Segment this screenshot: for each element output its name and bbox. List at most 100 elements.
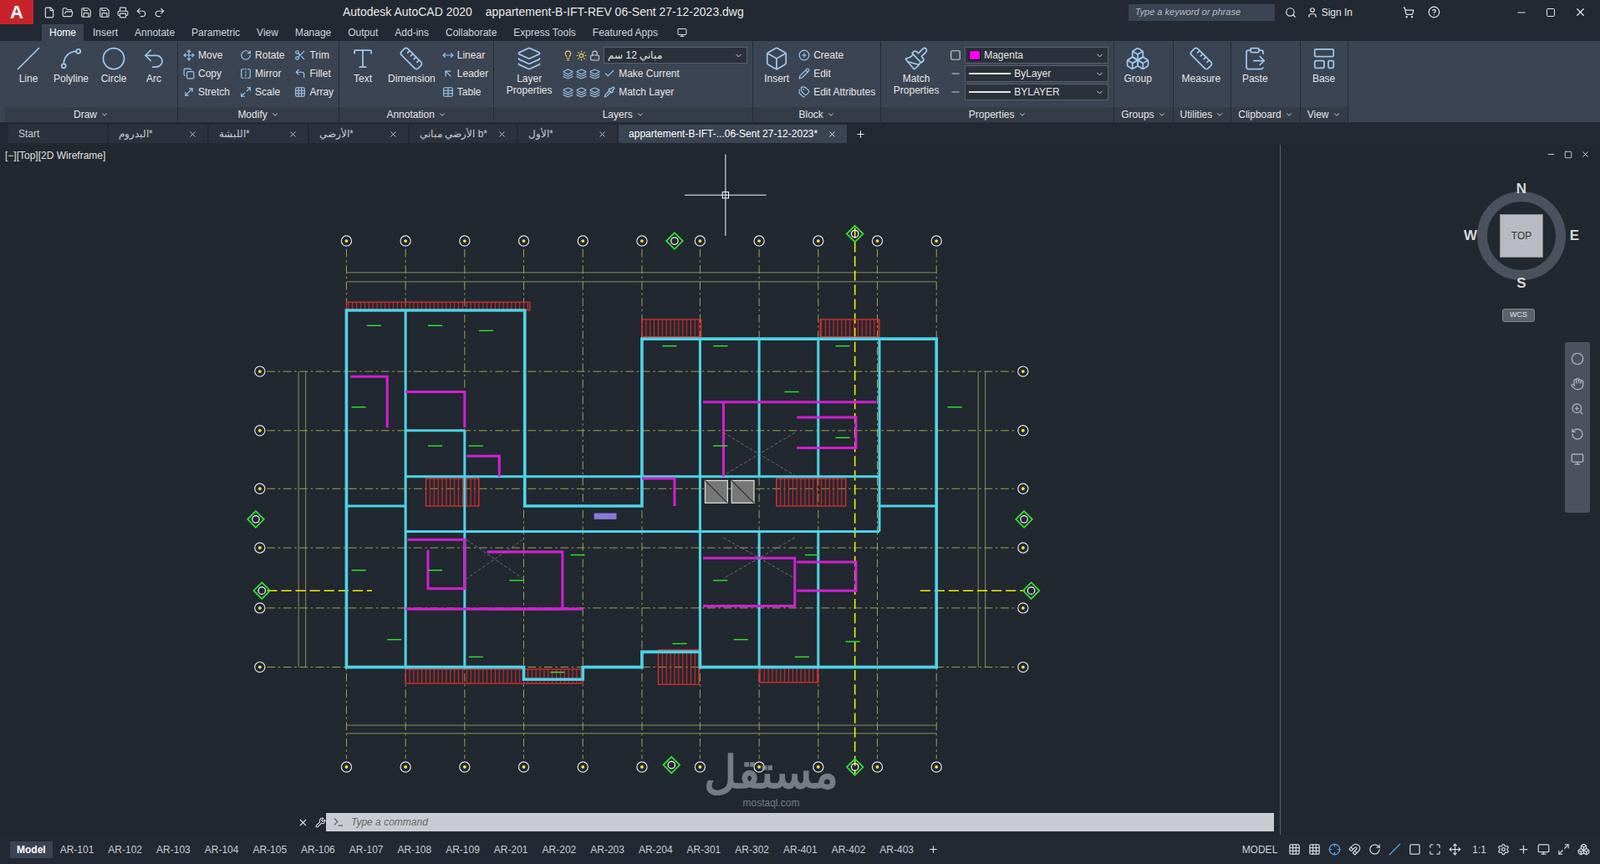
- ribbon-tool[interactable]: Dimension: [384, 44, 439, 85]
- quick-access-icon[interactable]: [98, 6, 111, 19]
- drawing-canvas[interactable]: [−][Top][2D Wireframe]مستقلmostaql.com: [0, 144, 1281, 835]
- quick-access-icon[interactable]: [43, 6, 56, 19]
- ribbon-tab[interactable]: Manage: [287, 24, 339, 41]
- layout-tab[interactable]: Model: [10, 840, 53, 858]
- ribbon-tab[interactable]: Annotate: [127, 24, 183, 41]
- panel-title[interactable]: Groups: [1114, 107, 1172, 123]
- status-toggle-icon[interactable]: [1368, 842, 1381, 856]
- pan-icon[interactable]: [1570, 377, 1585, 391]
- layout-tab[interactable]: AR-202: [535, 840, 584, 858]
- ribbon-tool[interactable]: Make Current: [562, 64, 748, 83]
- ribbon-tool[interactable]: Edit: [798, 64, 876, 83]
- ribbon-tab[interactable]: Featured Apps: [585, 24, 666, 41]
- floor-plan-drawing[interactable]: [0, 144, 1280, 835]
- ribbon-tool[interactable]: Line: [10, 44, 47, 85]
- panel-title[interactable]: Clipboard: [1231, 107, 1300, 123]
- layout-tab[interactable]: AR-105: [245, 840, 294, 858]
- status-tool-icon[interactable]: [1557, 842, 1570, 856]
- ribbon-tool[interactable]: Array: [294, 82, 334, 102]
- steering-wheel-icon[interactable]: [1570, 351, 1585, 366]
- ucs-menu[interactable]: WCS: [1502, 308, 1535, 322]
- close-icon[interactable]: [1574, 5, 1587, 19]
- layout-tab[interactable]: AR-203: [583, 840, 632, 858]
- ribbon-dropdown[interactable]: BYLAYER: [964, 83, 1109, 101]
- model-space-toggle[interactable]: MODEL: [1238, 841, 1282, 857]
- user-icon[interactable]: [1306, 6, 1319, 19]
- layout-tab[interactable]: AR-106: [294, 840, 342, 858]
- ribbon-tab[interactable]: Express Tools: [505, 24, 583, 41]
- ribbon-tool[interactable]: Base: [1305, 44, 1343, 85]
- sign-in[interactable]: Sign In: [1321, 5, 1353, 21]
- layout-tab[interactable]: AR-107: [342, 840, 391, 858]
- showmotion-icon[interactable]: [1570, 452, 1585, 466]
- ribbon-tool[interactable]: Table: [442, 82, 489, 102]
- viewport-controls[interactable]: [−][Top][2D Wireframe]: [5, 147, 106, 164]
- ribbon-dropdown[interactable]: Magenta: [964, 46, 1109, 64]
- viewcube[interactable]: NSWETOP: [1467, 181, 1576, 291]
- layout-tab[interactable]: AR-402: [825, 840, 873, 858]
- layout-tab[interactable]: AR-109: [438, 840, 487, 858]
- search-field[interactable]: Type a keyword or phrase: [1128, 4, 1275, 21]
- ribbon-tab[interactable]: Collaborate: [438, 24, 505, 41]
- viewport-close-icon[interactable]: [1580, 149, 1590, 159]
- ribbon-tool[interactable]: Copy: [183, 64, 230, 83]
- ribbon-tool[interactable]: Circle: [95, 44, 133, 85]
- quick-access-icon[interactable]: [153, 6, 166, 19]
- app-logo[interactable]: A: [0, 0, 34, 25]
- status-tool-icon[interactable]: [1537, 842, 1550, 856]
- status-tool-icon[interactable]: [1517, 842, 1530, 856]
- ribbon-tool[interactable]: Create: [798, 45, 876, 65]
- ribbon-tool[interactable]: Linear: [442, 45, 489, 65]
- status-toggle-icon[interactable]: [1408, 842, 1422, 856]
- ribbon-tool[interactable]: Scale: [239, 82, 285, 102]
- file-tab[interactable]: البدروم*: [108, 124, 208, 143]
- close-tab-icon[interactable]: [597, 129, 607, 139]
- layout-tab[interactable]: AR-204: [631, 840, 680, 858]
- ribbon-tool[interactable]: Insert: [758, 44, 795, 85]
- file-tab[interactable]: الأرضي*: [309, 124, 408, 143]
- ribbon-tool[interactable]: Stretch: [183, 82, 230, 102]
- file-tab[interactable]: اللبشة*: [208, 124, 308, 143]
- layout-tab[interactable]: AR-401: [776, 840, 825, 858]
- quick-access-icon[interactable]: [80, 6, 92, 19]
- status-toggle-icon[interactable]: [1388, 842, 1402, 856]
- panel-title[interactable]: Utilities: [1173, 107, 1232, 123]
- close-tab-icon[interactable]: [827, 129, 837, 139]
- panel-title[interactable]: Draw: [5, 107, 178, 123]
- ribbon-tool[interactable]: Rotate: [239, 45, 285, 65]
- status-tool-icon[interactable]: [1497, 842, 1510, 856]
- layout-tab[interactable]: AR-302: [728, 840, 776, 858]
- orbit-icon[interactable]: [1570, 427, 1585, 441]
- quick-access-icon[interactable]: [117, 6, 129, 19]
- panel-title[interactable]: View: [1300, 107, 1348, 123]
- command-input[interactable]: [351, 814, 1274, 830]
- close-tab-icon[interactable]: [288, 129, 298, 139]
- layout-tab[interactable]: AR-301: [680, 840, 729, 858]
- ribbon-tool[interactable]: Match Layer: [562, 82, 748, 102]
- minimize-icon[interactable]: [1515, 6, 1528, 19]
- status-tool-icon[interactable]: [1577, 842, 1590, 856]
- layout-tab[interactable]: AR-403: [872, 840, 921, 858]
- panel-title[interactable]: Properties: [881, 107, 1114, 123]
- ribbon-tab[interactable]: Insert: [85, 24, 126, 41]
- quick-access-icon[interactable]: [135, 6, 148, 19]
- ribbon-tool[interactable]: Paste: [1236, 44, 1274, 85]
- binoculars-icon[interactable]: [1284, 6, 1297, 19]
- ribbon-tool[interactable]: Move: [183, 45, 230, 65]
- zoom-icon[interactable]: [1570, 402, 1585, 416]
- customize-icon[interactable]: [315, 816, 327, 828]
- ribbon-tool[interactable]: Match Properties: [886, 44, 947, 97]
- close-tab-icon[interactable]: [497, 129, 507, 139]
- ribbon-dropdown[interactable]: مباني 12 سم: [603, 46, 748, 64]
- ribbon-tool[interactable]: Layer Properties: [499, 44, 560, 97]
- close-tab-icon[interactable]: [388, 129, 398, 139]
- ribbon-tool[interactable]: Leader: [442, 64, 489, 83]
- panel-title[interactable]: Layers: [494, 107, 753, 123]
- status-toggle-icon[interactable]: [1448, 842, 1462, 856]
- layout-tab[interactable]: AR-103: [149, 840, 198, 858]
- panel-title[interactable]: Block: [753, 107, 881, 123]
- help-icon[interactable]: [1427, 5, 1441, 19]
- file-tab[interactable]: الأرضي مباني b*: [409, 124, 517, 143]
- close-tab-icon[interactable]: [188, 129, 198, 139]
- layout-tab[interactable]: AR-201: [487, 840, 536, 858]
